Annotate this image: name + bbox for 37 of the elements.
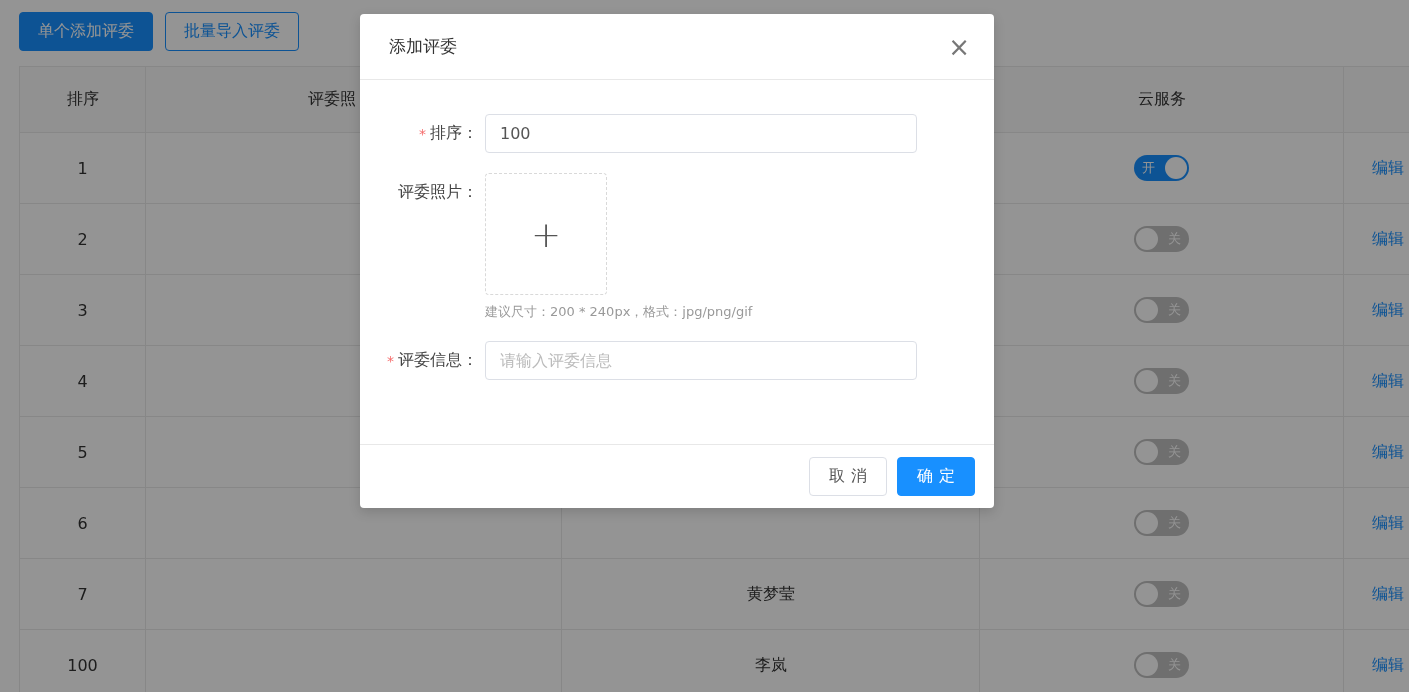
close-button[interactable]: ×: [948, 33, 970, 60]
edit-link[interactable]: 编辑: [1372, 654, 1404, 676]
text-input[interactable]: 请输入评委信息: [485, 341, 917, 380]
cloud-service-switch[interactable]: 开: [1134, 155, 1189, 181]
edit-link[interactable]: 编辑: [1372, 583, 1404, 605]
field-label: 评委信息：: [398, 350, 478, 371]
order-cell: 100: [67, 655, 98, 675]
edit-link[interactable]: 编辑: [1372, 299, 1404, 321]
field-label: 排序：: [430, 123, 478, 144]
dialog-title: 添加评委: [389, 35, 457, 58]
order-cell: 4: [77, 371, 88, 391]
order-cell: 6: [77, 513, 88, 533]
photo-upload-button[interactable]: +: [485, 173, 607, 295]
edit-link[interactable]: 编辑: [1372, 512, 1404, 534]
order-cell: 1: [77, 158, 88, 178]
order-cell: 5: [77, 442, 88, 462]
order-cell: 2: [77, 229, 88, 249]
edit-link[interactable]: 编辑: [1372, 370, 1404, 392]
column-header: 云服务: [1137, 89, 1186, 110]
column-header: 评委照: [307, 89, 356, 110]
order-cell: 7: [77, 584, 88, 604]
edit-link[interactable]: 编辑: [1372, 441, 1404, 463]
edit-link[interactable]: 编辑: [1372, 228, 1404, 250]
judge-name-cell: 李岚: [754, 654, 787, 676]
confirm-button[interactable]: 确 定: [897, 457, 975, 496]
text-input[interactable]: 100: [485, 114, 917, 153]
cancel-button[interactable]: 取 消: [809, 457, 887, 496]
judge-name-cell: 黄梦莹: [746, 583, 795, 605]
edit-link[interactable]: 编辑: [1372, 157, 1404, 179]
order-cell: 3: [77, 300, 88, 320]
add-judge-button[interactable]: 单个添加评委: [19, 12, 153, 51]
field-label: 评委照片：: [398, 182, 478, 203]
required-mark: *: [387, 352, 394, 369]
column-header: 排序: [66, 89, 99, 110]
required-mark: *: [419, 125, 426, 142]
import-judges-button[interactable]: 批量导入评委: [165, 12, 299, 51]
upload-hint: 建议尺寸：200 * 240px，格式：jpg/png/gif: [485, 303, 753, 321]
